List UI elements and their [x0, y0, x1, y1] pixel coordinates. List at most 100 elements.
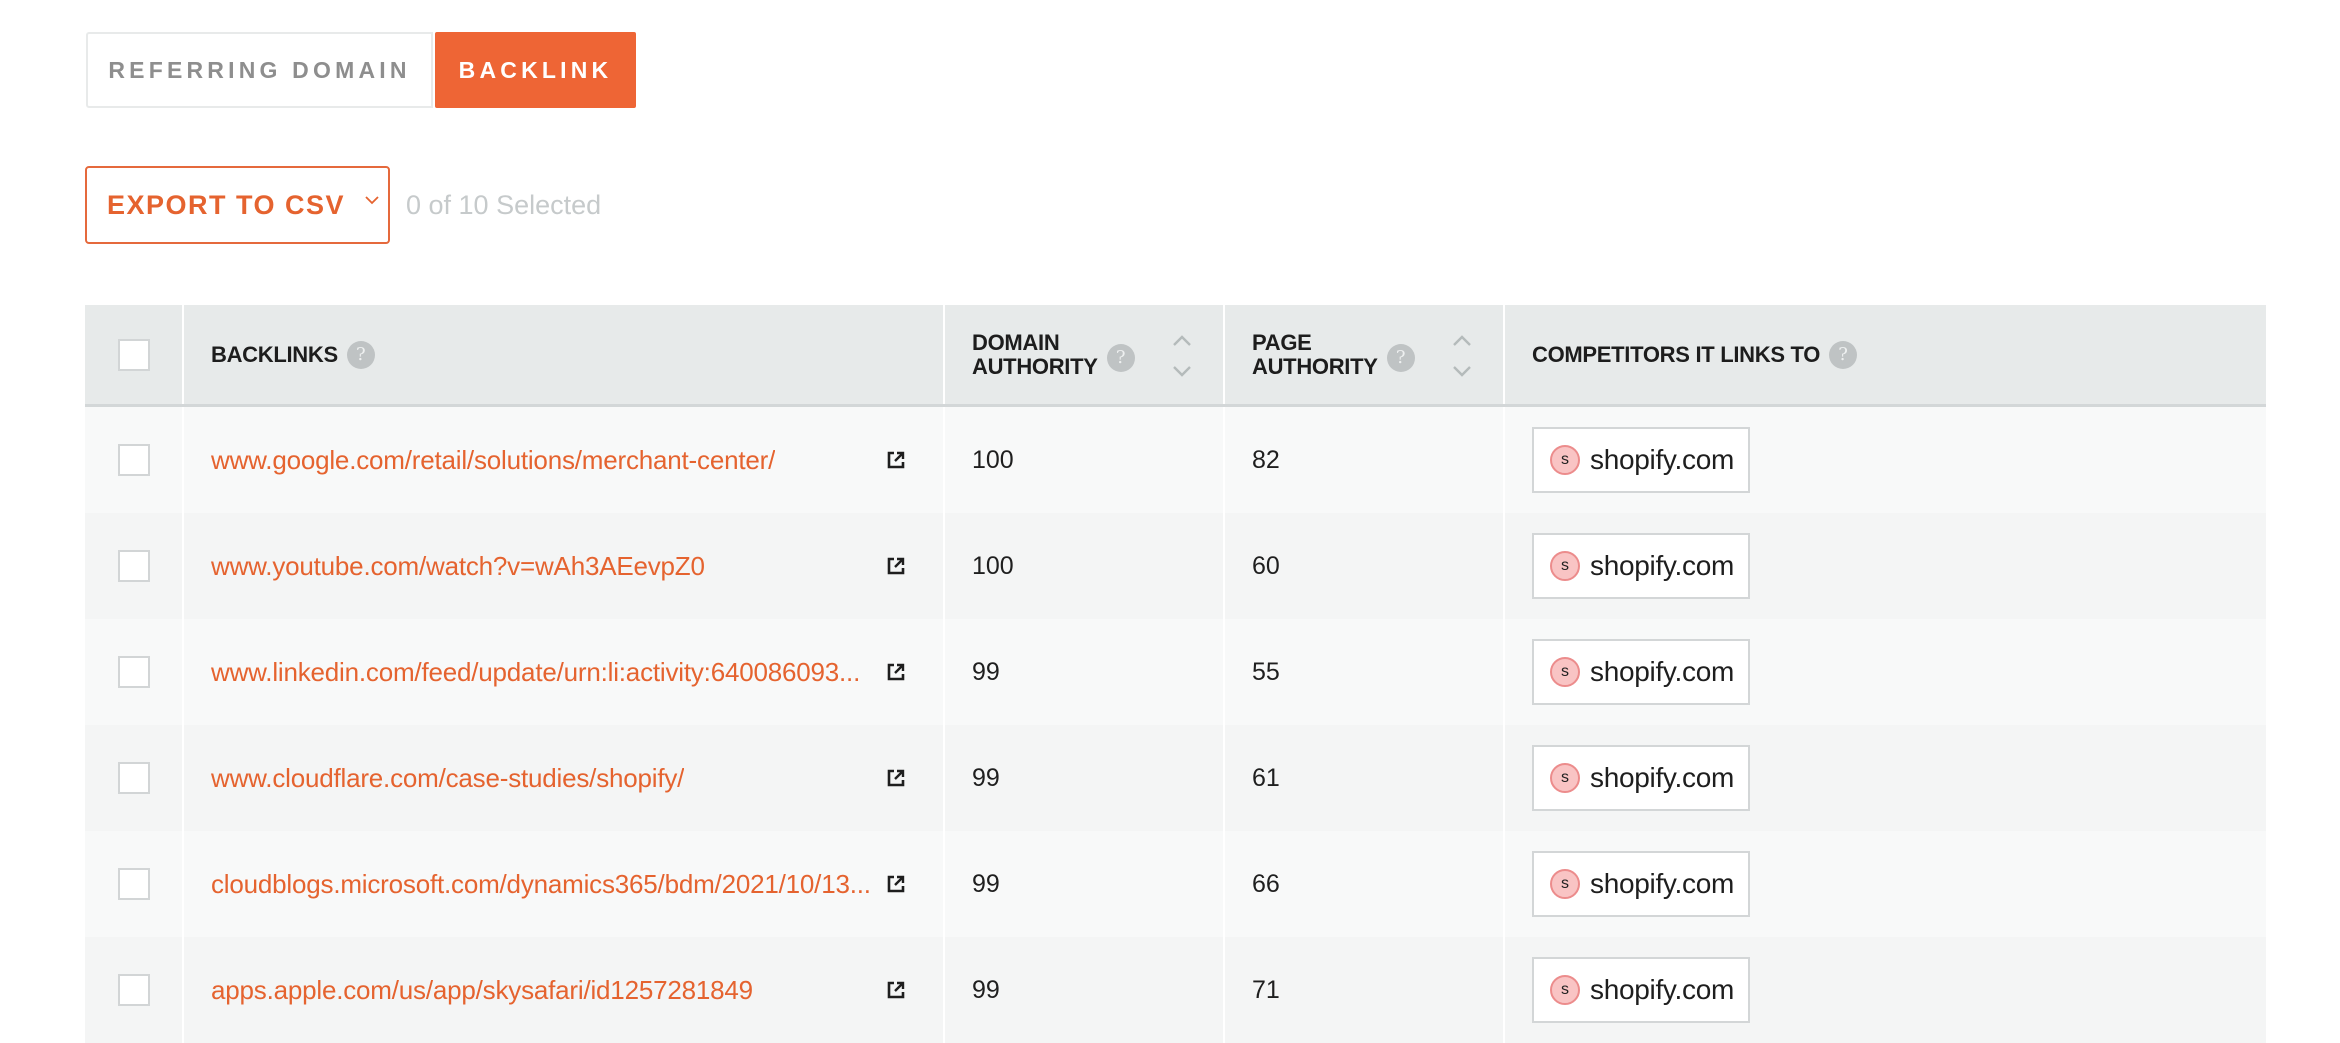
competitor-favicon-icon: s	[1550, 657, 1580, 687]
page-authority-value: 60	[1252, 551, 1280, 580]
help-icon[interactable]: ?	[346, 340, 375, 369]
domain-authority-value: 100	[972, 551, 1014, 580]
header-select-cell	[85, 305, 184, 404]
row-checkbox[interactable]	[117, 656, 150, 688]
external-link-icon[interactable]	[887, 451, 905, 469]
competitor-chip[interactable]: s shopify.com	[1532, 639, 1751, 705]
domain-authority-cell: 100	[945, 513, 1225, 619]
selection-status: 0 of 10 Selected	[406, 189, 602, 220]
backlink-url[interactable]: www.google.com/retail/solutions/merchant…	[211, 445, 775, 476]
competitors-cell: s shopify.com	[1505, 513, 2266, 619]
domain-authority-value: 99	[972, 657, 1000, 686]
sort-page-authority[interactable]	[1451, 333, 1473, 379]
help-icon[interactable]: ?	[1829, 340, 1858, 369]
help-icon[interactable]: ?	[1386, 343, 1415, 372]
table-body: www.google.com/retail/solutions/merchant…	[85, 407, 2266, 1043]
page-authority-cell: 55	[1225, 619, 1505, 725]
competitors-cell: s shopify.com	[1505, 619, 2266, 725]
competitor-chip[interactable]: s shopify.com	[1532, 957, 1751, 1023]
external-link-icon[interactable]	[887, 875, 905, 893]
page-authority-value: 71	[1252, 975, 1280, 1004]
header-da-line2: AUTHORITY	[972, 353, 1098, 379]
table-row: www.youtube.com/watch?v=wAh3AEevpZ0 100 …	[85, 513, 2266, 619]
competitors-cell: s shopify.com	[1505, 725, 2266, 831]
header-pa-line1: PAGE	[1252, 329, 1312, 355]
export-to-csv-button[interactable]: EXPORT TO CSV	[85, 166, 390, 244]
header-competitors-label: COMPETITORS IT LINKS TO	[1532, 341, 1821, 367]
row-checkbox[interactable]	[117, 868, 150, 900]
competitors-cell: s shopify.com	[1505, 407, 2266, 513]
competitor-domain: shopify.com	[1590, 762, 1735, 793]
header-backlinks: BACKLINKS ?	[184, 305, 945, 404]
external-link-icon[interactable]	[887, 769, 905, 787]
competitor-favicon-icon: s	[1550, 763, 1580, 793]
help-icon[interactable]: ?	[1106, 343, 1135, 372]
row-checkbox[interactable]	[117, 974, 150, 1006]
external-link-icon[interactable]	[887, 981, 905, 999]
chevron-down-icon	[365, 195, 379, 207]
competitor-chip[interactable]: s shopify.com	[1532, 427, 1751, 493]
export-button-label: EXPORT TO CSV	[107, 189, 346, 220]
row-select-cell	[85, 407, 184, 513]
backlink-url[interactable]: www.linkedin.com/feed/update/urn:li:acti…	[211, 657, 860, 688]
table-header: BACKLINKS ? DOMAIN AUTHORITY ? PAGE AUTH…	[85, 305, 2266, 407]
competitor-domain: shopify.com	[1590, 656, 1735, 687]
domain-authority-cell: 99	[945, 937, 1225, 1043]
backlink-url[interactable]: www.cloudflare.com/case-studies/shopify/	[211, 763, 684, 794]
header-page-authority: PAGE AUTHORITY ?	[1225, 305, 1505, 404]
page-authority-value: 82	[1252, 445, 1280, 474]
domain-authority-value: 99	[972, 869, 1000, 898]
header-domain-authority: DOMAIN AUTHORITY ?	[945, 305, 1225, 404]
row-select-cell	[85, 937, 184, 1043]
row-checkbox[interactable]	[117, 550, 150, 582]
header-competitors: COMPETITORS IT LINKS TO ?	[1505, 305, 2266, 404]
row-select-cell	[85, 619, 184, 725]
domain-authority-value: 99	[972, 975, 1000, 1004]
backlinks-table: BACKLINKS ? DOMAIN AUTHORITY ? PAGE AUTH…	[85, 305, 2266, 1043]
row-select-cell	[85, 831, 184, 937]
page-authority-value: 61	[1252, 763, 1280, 792]
tab-backlink[interactable]: BACKLINK	[435, 32, 636, 108]
external-link-icon[interactable]	[887, 663, 905, 681]
competitors-cell: s shopify.com	[1505, 831, 2266, 937]
row-checkbox[interactable]	[117, 762, 150, 794]
tab-referring-domain[interactable]: REFERRING DOMAIN	[86, 32, 433, 108]
header-pa-line2: AUTHORITY	[1252, 353, 1378, 379]
page-authority-value: 66	[1252, 869, 1280, 898]
competitor-favicon-icon: s	[1550, 445, 1580, 475]
domain-authority-cell: 99	[945, 831, 1225, 937]
competitors-cell: s shopify.com	[1505, 937, 2266, 1043]
backlink-cell: www.youtube.com/watch?v=wAh3AEevpZ0	[184, 513, 945, 619]
competitor-domain: shopify.com	[1590, 550, 1735, 581]
page-authority-cell: 82	[1225, 407, 1505, 513]
toolbar: EXPORT TO CSV 0 of 10 Selected	[85, 166, 601, 244]
backlink-cell: www.linkedin.com/feed/update/urn:li:acti…	[184, 619, 945, 725]
competitor-chip[interactable]: s shopify.com	[1532, 533, 1751, 599]
page-authority-value: 55	[1252, 657, 1280, 686]
domain-authority-value: 100	[972, 445, 1014, 474]
table-row: www.cloudflare.com/case-studies/shopify/…	[85, 725, 2266, 831]
backlink-cell: www.cloudflare.com/case-studies/shopify/	[184, 725, 945, 831]
header-backlinks-label: BACKLINKS	[211, 341, 338, 367]
competitor-chip[interactable]: s shopify.com	[1532, 745, 1751, 811]
header-page-authority-label: PAGE AUTHORITY	[1252, 329, 1378, 379]
competitor-favicon-icon: s	[1550, 869, 1580, 899]
sort-domain-authority[interactable]	[1171, 333, 1193, 379]
page-authority-cell: 61	[1225, 725, 1505, 831]
backlink-url[interactable]: cloudblogs.microsoft.com/dynamics365/bdm…	[211, 869, 871, 900]
backlink-cell: apps.apple.com/us/app/skysafari/id125728…	[184, 937, 945, 1043]
table-row: www.google.com/retail/solutions/merchant…	[85, 407, 2266, 513]
backlink-url[interactable]: www.youtube.com/watch?v=wAh3AEevpZ0	[211, 551, 705, 582]
backlink-url[interactable]: apps.apple.com/us/app/skysafari/id125728…	[211, 975, 753, 1006]
select-all-checkbox[interactable]	[117, 338, 150, 371]
competitor-domain: shopify.com	[1590, 974, 1735, 1005]
sort-arrows-icon	[1173, 335, 1191, 377]
backlink-cell: cloudblogs.microsoft.com/dynamics365/bdm…	[184, 831, 945, 937]
external-link-icon[interactable]	[887, 557, 905, 575]
table-row: cloudblogs.microsoft.com/dynamics365/bdm…	[85, 831, 2266, 937]
competitor-chip[interactable]: s shopify.com	[1532, 851, 1751, 917]
header-domain-authority-label: DOMAIN AUTHORITY	[972, 330, 1098, 379]
domain-authority-cell: 99	[945, 619, 1225, 725]
row-checkbox[interactable]	[117, 444, 150, 476]
table-row: www.linkedin.com/feed/update/urn:li:acti…	[85, 619, 2266, 725]
